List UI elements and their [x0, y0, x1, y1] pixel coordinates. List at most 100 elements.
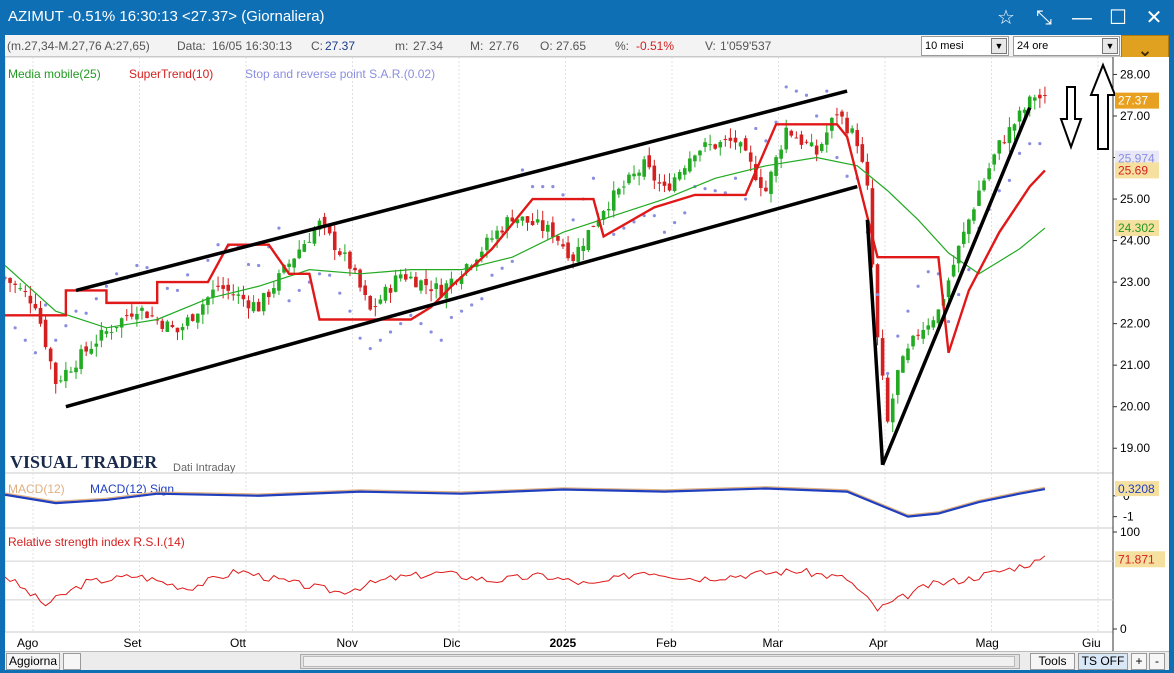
close-button[interactable]: ✕: [1140, 4, 1168, 32]
candle-body: [160, 320, 165, 329]
y-tick-label: 25.00: [1120, 192, 1150, 206]
candle-body: [241, 294, 246, 300]
sar-dot: [23, 338, 27, 342]
candle-body: [551, 222, 555, 238]
period-select[interactable]: 10 mesi ▼: [921, 36, 1009, 56]
candle-body: [277, 273, 281, 291]
candle-body: [688, 158, 692, 172]
x-tick-label: Set: [124, 636, 143, 650]
candle-body: [571, 254, 575, 261]
favorite-star-icon[interactable]: ☆: [992, 4, 1020, 32]
sar-dot: [967, 268, 971, 272]
sar-dot: [794, 89, 798, 93]
sar-dot: [186, 273, 190, 277]
ts-toggle-button[interactable]: TS OFF: [1078, 653, 1128, 670]
interval-select[interactable]: 24 ore ▼: [1013, 36, 1120, 56]
candle-body: [835, 114, 839, 116]
candle-body: [495, 230, 499, 239]
candle-body: [535, 219, 540, 223]
sar-dot: [825, 89, 829, 93]
candle-body: [880, 338, 885, 376]
candle-body: [373, 306, 378, 308]
candle-body: [885, 377, 890, 422]
volume-label: V:: [705, 39, 716, 53]
candle-body: [901, 356, 905, 373]
min-label: m:: [395, 39, 409, 53]
candle-body: [343, 252, 347, 254]
zoom-out-button[interactable]: -: [1149, 653, 1165, 670]
candle-body: [617, 188, 621, 195]
sar-dot: [470, 303, 474, 307]
sar-dot: [754, 126, 758, 131]
candle-body: [804, 141, 809, 143]
candle-body: [698, 150, 702, 156]
legend-sar: Stop and reverse point S.A.R.(0.02): [245, 67, 435, 81]
candle-body: [896, 370, 900, 395]
refresh-button[interactable]: Aggiorna: [6, 653, 60, 670]
max-label: M:: [470, 39, 484, 53]
quote-info-bar: (m.27,34-M.27,76 A:27,65) Data: 16/05 16…: [5, 35, 1121, 57]
chart-area[interactable]: 28.0027.0026.0025.0024.0023.0022.0021.00…: [5, 57, 1169, 651]
sar-dot: [845, 174, 849, 178]
candle-body: [403, 274, 408, 280]
candle-body: [170, 324, 175, 328]
candle-body: [667, 183, 672, 191]
minimize-button[interactable]: —: [1068, 4, 1096, 32]
candle-body: [429, 289, 433, 292]
sar-dot: [104, 284, 109, 288]
candle-body: [997, 140, 1002, 154]
scrollbar-thumb[interactable]: [303, 656, 1015, 667]
maximize-button[interactable]: ☐: [1104, 4, 1132, 32]
zoom-in-button[interactable]: +: [1131, 653, 1147, 670]
legend-rsi: Relative strength index R.S.I.(14): [8, 535, 185, 549]
candle-body: [733, 137, 738, 143]
candle-body: [140, 307, 144, 311]
draw-tool-icon[interactable]: ⤡: [1030, 4, 1058, 32]
chevron-down-icon[interactable]: ▼: [1102, 38, 1118, 54]
candle-body: [561, 244, 565, 247]
close-value: 27.37: [325, 39, 356, 53]
candle-body: [611, 190, 616, 211]
sar-dot: [1017, 151, 1022, 155]
sar-dot: [348, 309, 352, 313]
candle-body: [272, 288, 276, 294]
sar-dot: [875, 292, 880, 297]
candle-body: [566, 242, 570, 259]
candle-body: [728, 137, 733, 141]
y-tick-label: 20.00: [1120, 400, 1150, 414]
sar-dot: [368, 346, 372, 351]
candle-body: [348, 251, 352, 269]
candle-body: [1002, 142, 1007, 144]
horizontal-scrollbar[interactable]: [300, 654, 1020, 669]
candle-body: [916, 334, 920, 336]
candle-body: [43, 319, 48, 348]
sar-dot: [520, 168, 525, 172]
candle-body: [195, 313, 200, 323]
candle-body: [556, 235, 560, 241]
candle-body: [266, 291, 271, 298]
candle-body: [713, 144, 717, 149]
candle-body: [353, 267, 357, 271]
candle-body: [378, 299, 383, 304]
watermark-brand: VISUAL TRADER: [10, 452, 158, 472]
candle-body: [906, 348, 910, 361]
chevron-down-icon[interactable]: ▼: [991, 38, 1007, 54]
candle-body: [708, 144, 712, 146]
candle-body: [951, 264, 956, 277]
refresh-options-button[interactable]: [63, 653, 81, 670]
candle-body: [8, 278, 12, 283]
candle-body: [814, 145, 819, 155]
max-value: 27.76: [489, 39, 520, 53]
chart-svg[interactable]: 28.0027.0026.0025.0024.0023.0022.0021.00…: [5, 57, 1169, 651]
sar-dot: [277, 226, 281, 230]
sar-dot: [946, 319, 951, 324]
sar-dot: [439, 338, 443, 342]
macd-tick-label: -1: [1123, 510, 1134, 524]
candle-body: [297, 249, 302, 259]
sar-dot: [916, 284, 920, 288]
tools-button[interactable]: Tools: [1030, 653, 1075, 670]
sar-dot: [1007, 178, 1012, 182]
candle-body: [1022, 109, 1027, 113]
candle-body: [967, 219, 971, 235]
candle-body: [358, 269, 362, 288]
